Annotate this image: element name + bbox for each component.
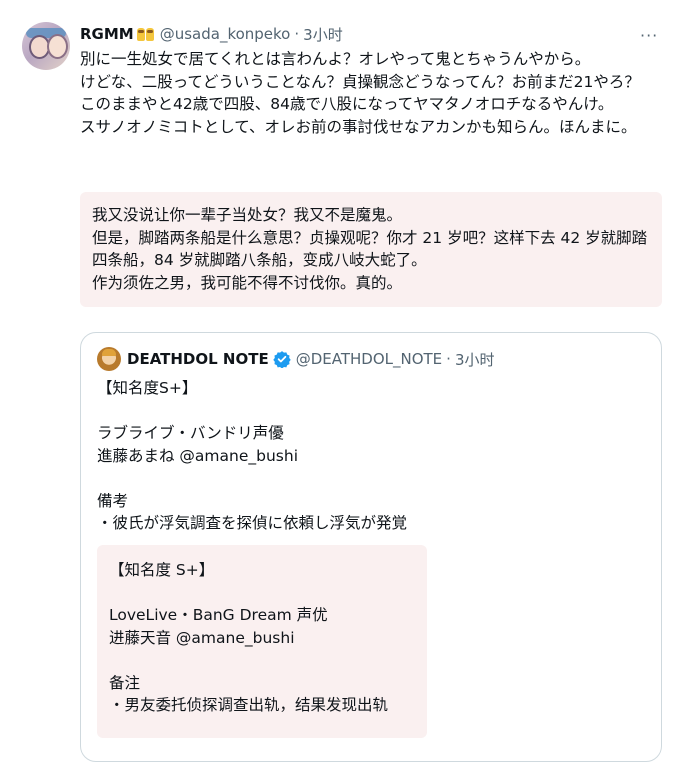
tweet-time[interactable]: 3小时 <box>303 24 343 45</box>
author-handle[interactable]: @usada_konpeko <box>160 25 291 43</box>
quote-author-avatar <box>97 347 121 371</box>
bunny-emoji-icon <box>136 27 155 41</box>
quote-separator-dot: · <box>446 350 451 368</box>
quote-translation-text: 【知名度 S+】 LoveLive・BanG Dream 声优 进藤天音 @am… <box>109 561 389 714</box>
separator-dot: · <box>294 25 300 43</box>
verified-badge-icon <box>273 351 291 368</box>
tweet-translation-text: 我又没说让你一辈子当处女？我又不是魔鬼。 但是，脚踏两条船是什么意思？贞操观呢？… <box>92 206 648 292</box>
tweet-translation-box: 我又没说让你一辈子当处女？我又不是魔鬼。 但是，脚踏两条船是什么意思？贞操观呢？… <box>80 192 662 307</box>
quote-time: 3小时 <box>454 350 495 369</box>
tweet-header: RGMM @usada_konpeko · 3小时 <box>80 24 343 44</box>
quote-text: 【知名度S+】 ラブライブ・バンドリ声優 進藤あまね @amane_bushi … <box>97 379 408 532</box>
author-avatar[interactable] <box>22 22 70 70</box>
quote-translation-box: 【知名度 S+】 LoveLive・BanG Dream 声优 进藤天音 @am… <box>97 545 427 738</box>
quote-author-name: DEATHDOL NOTE <box>127 350 269 368</box>
more-options-icon[interactable]: ··· <box>640 26 658 45</box>
quoted-tweet[interactable]: DEATHDOL NOTE @DEATHDOL_NOTE · 3小时 【知名度S… <box>80 332 662 762</box>
quote-header: DEATHDOL NOTE @DEATHDOL_NOTE · 3小时 <box>127 349 494 369</box>
tweet-text: 別に一生処女で居てくれとは言わんよ？オレやって鬼とちゃうんやから。 けどな、二股… <box>80 50 640 136</box>
quote-author-handle: @DEATHDOL_NOTE <box>295 350 443 368</box>
tweet[interactable]: RGMM @usada_konpeko · 3小时 ··· 別に一生処女で居てく… <box>0 0 675 762</box>
author-name[interactable]: RGMM <box>80 25 134 43</box>
